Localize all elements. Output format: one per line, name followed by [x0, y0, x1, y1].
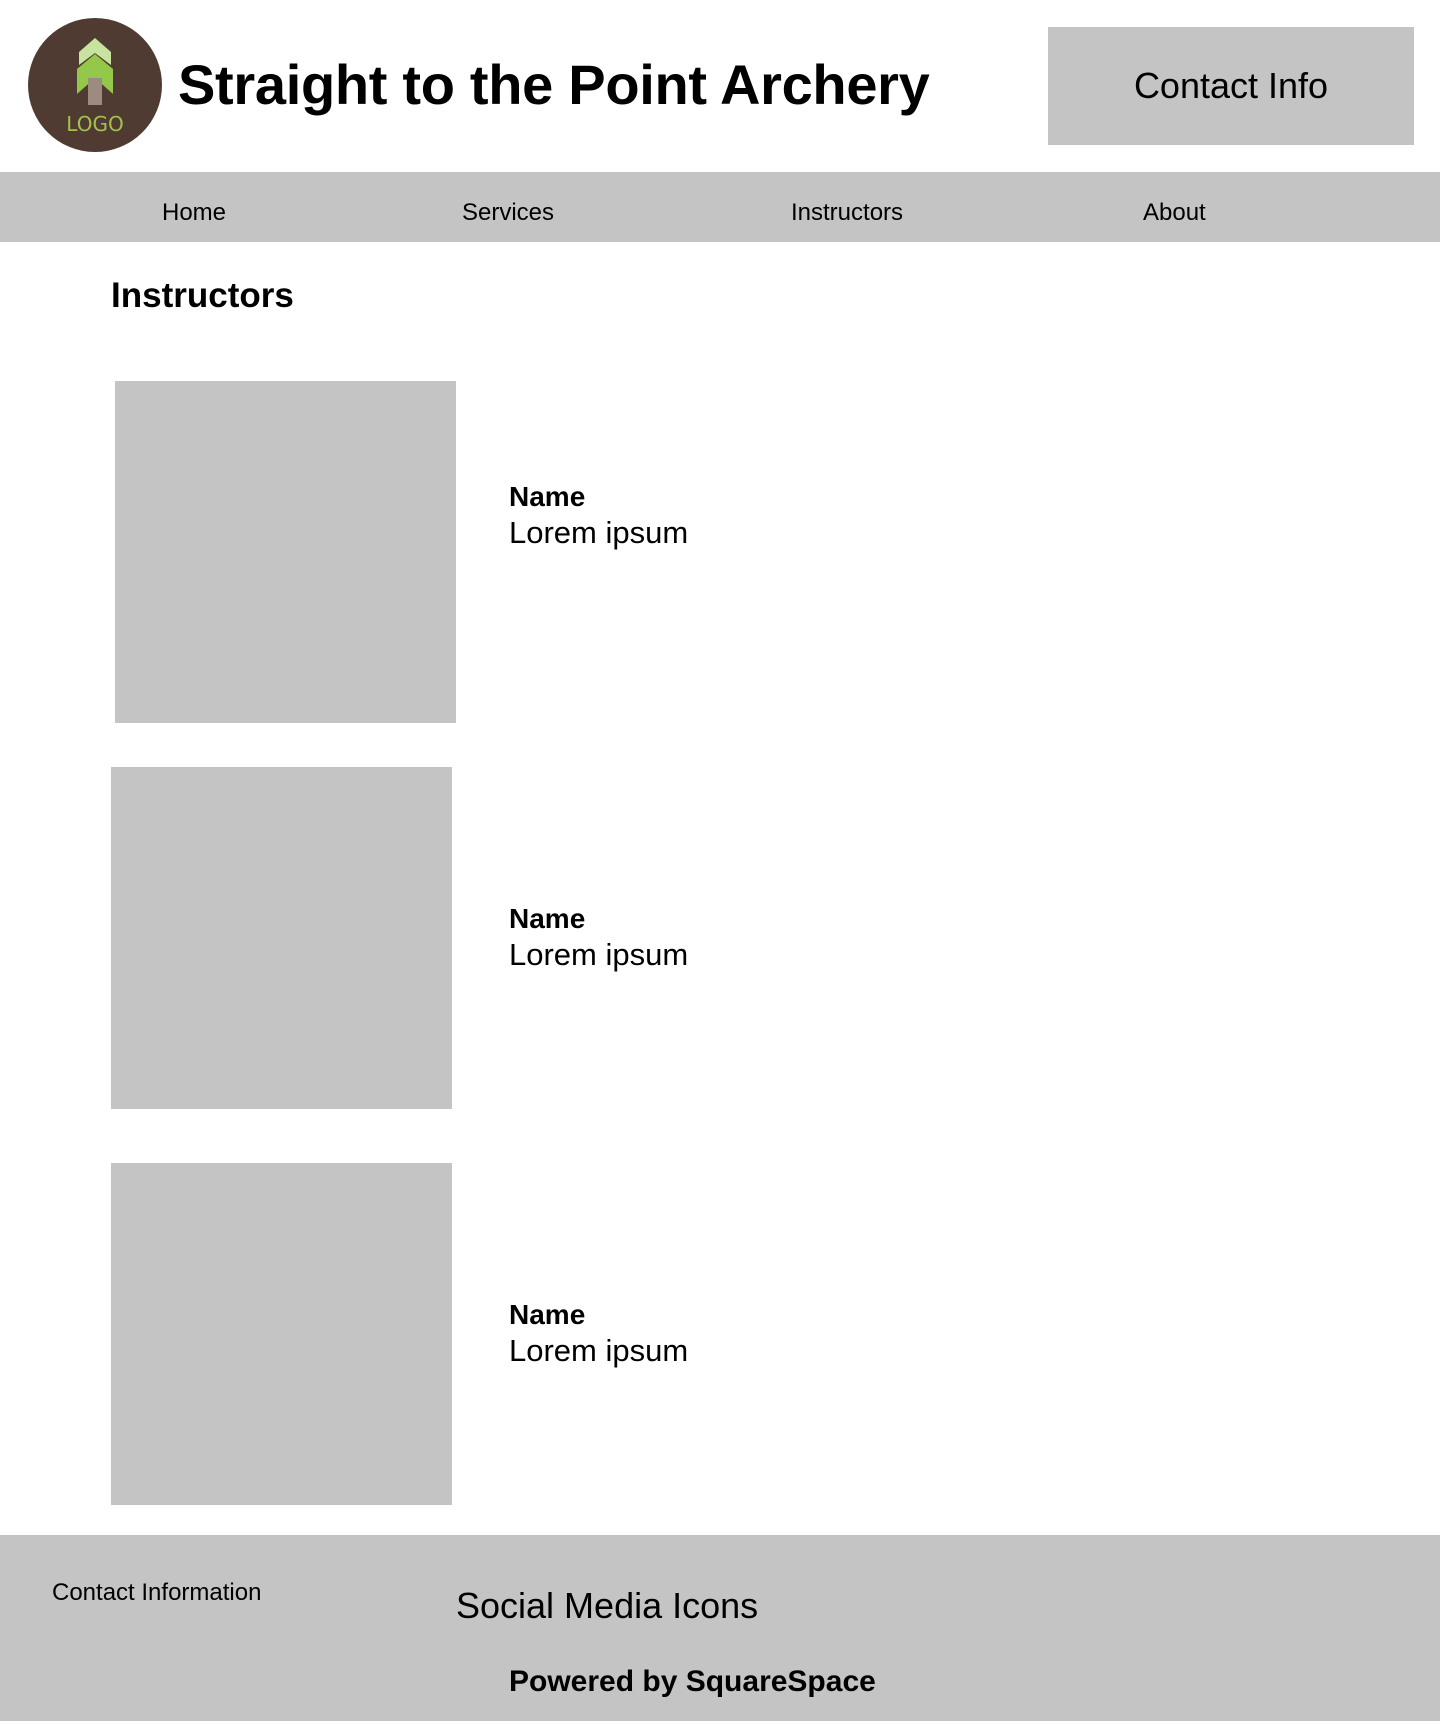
nav-item-about[interactable]: About — [1143, 172, 1206, 242]
footer-powered-by: Powered by SquareSpace — [509, 1665, 876, 1698]
instructor-name: Name — [509, 481, 586, 512]
nav-bar: Home Services Instructors About — [0, 172, 1440, 242]
page-title: Instructors — [111, 276, 294, 315]
footer-contact-information[interactable]: Contact Information — [52, 1578, 261, 1608]
logo[interactable]: LOGO — [28, 18, 162, 152]
instructor-description: Lorem ipsum — [509, 1333, 689, 1368]
nav-item-instructors[interactable]: Instructors — [791, 172, 903, 242]
instructor-name: Name — [509, 1299, 586, 1330]
instructor-photo — [111, 767, 452, 1109]
instructor-name: Name — [509, 903, 586, 934]
footer-social-media-icons[interactable]: Social Media Icons — [456, 1584, 758, 1628]
site-title: Straight to the Point Archery — [178, 53, 930, 116]
instructor-photo — [111, 1163, 452, 1505]
instructor-photo — [115, 381, 456, 723]
contact-info-button[interactable]: Contact Info — [1048, 27, 1414, 145]
nav-item-services[interactable]: Services — [462, 172, 554, 242]
nav-item-home[interactable]: Home — [162, 172, 226, 242]
instructor-description: Lorem ipsum — [509, 937, 689, 972]
arrow-logo-icon: LOGO — [66, 38, 124, 136]
logo-text: LOGO — [66, 112, 123, 136]
instructor-description: Lorem ipsum — [509, 515, 689, 550]
